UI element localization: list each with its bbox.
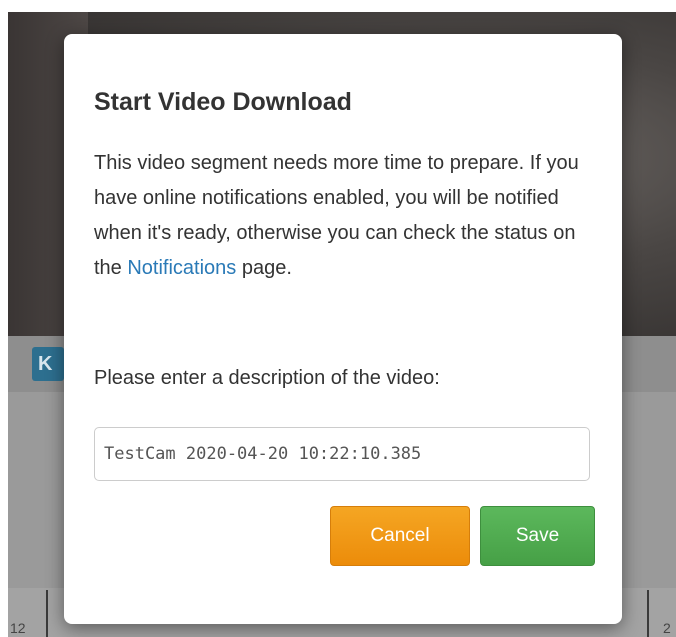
cancel-button[interactable]: Cancel bbox=[330, 506, 470, 566]
dialog-title: Start Video Download bbox=[94, 88, 352, 116]
notifications-link[interactable]: Notifications bbox=[127, 257, 236, 279]
toolbar-button[interactable]: K bbox=[32, 347, 64, 381]
timeline-marker bbox=[647, 590, 649, 637]
timeline-label: 2 bbox=[663, 620, 671, 636]
save-button[interactable]: Save bbox=[480, 506, 595, 566]
description-prompt: Please enter a description of the video: bbox=[94, 367, 440, 389]
dialog-message-text-end: page. bbox=[236, 257, 292, 279]
dialog-message: This video segment needs more time to pr… bbox=[94, 146, 599, 286]
start-video-download-dialog: Start Video Download This video segment … bbox=[64, 34, 622, 624]
timeline-label: 12 bbox=[10, 620, 26, 636]
timeline-marker bbox=[46, 590, 48, 637]
description-input[interactable] bbox=[94, 427, 590, 481]
video-viewer-page: K 12 2 Start Video Download This video s… bbox=[0, 0, 676, 637]
